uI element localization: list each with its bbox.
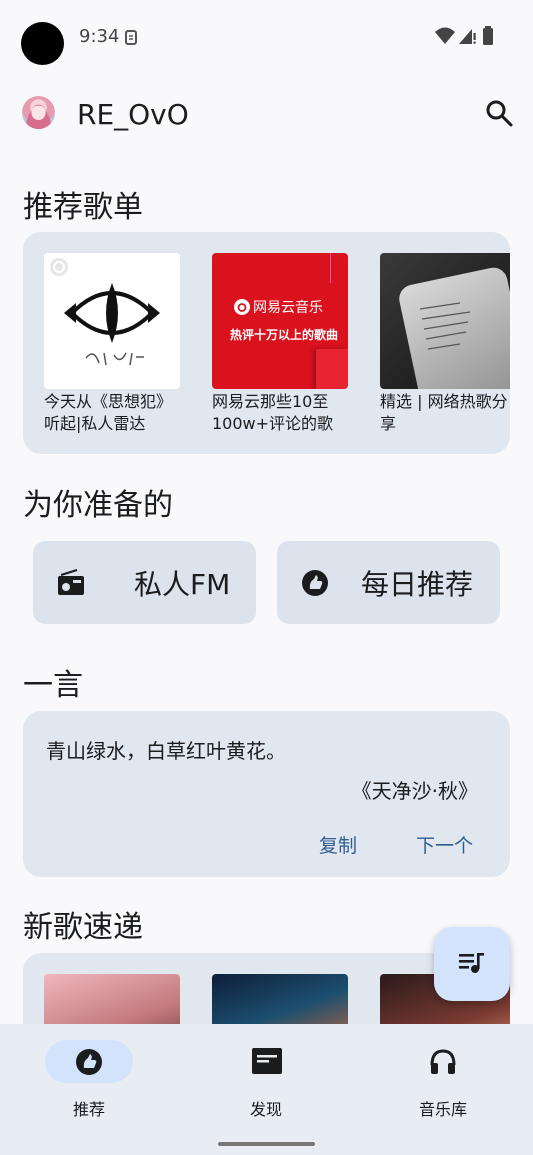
quote-card: 青山绿水，白草红叶黄花。 《天净沙·秋》 复制 下一个 — [23, 711, 510, 877]
nav-tab-recommend[interactable]: 推荐 — [29, 1040, 149, 1120]
radio-icon — [58, 569, 84, 595]
camera-cutout — [21, 22, 64, 65]
username: RE_OvO — [77, 98, 189, 131]
status-time: 9:34 — [79, 26, 120, 47]
quote-source: 《天净沙·秋》 — [351, 779, 478, 803]
app-bar: RE_OvO — [0, 86, 533, 146]
cover-brand: 网易云音乐 — [253, 300, 323, 316]
section-title-quote: 一言 — [23, 668, 83, 703]
home-indicator — [218, 1142, 315, 1146]
playlist-name: 精选 | 网络热歌分享 — [380, 392, 508, 433]
cover-decoration — [330, 253, 331, 283]
section-title-for-you: 为你准备的 — [23, 488, 173, 523]
playlist-cover — [44, 253, 180, 389]
nav-label: 发现 — [249, 1100, 282, 1119]
next-button[interactable]: 下一个 — [416, 831, 473, 858]
section-title-recommended: 推荐歌单 — [23, 190, 143, 225]
daily-recommend-label: 每日推荐 — [361, 568, 474, 601]
cover-decoration — [316, 349, 348, 389]
recommend-icon — [76, 1049, 102, 1075]
netease-logo-icon — [234, 299, 250, 315]
private-fm-button[interactable]: 私人FM — [33, 541, 256, 624]
cover-caption: 热评十万以上的歌曲 — [230, 328, 339, 342]
wifi-icon — [435, 27, 455, 44]
search-icon[interactable] — [484, 98, 514, 128]
playlist-item[interactable]: 网易云音乐 热评十万以上的歌曲 网易云那些10至100w+评论的歌 — [212, 253, 348, 435]
bottom-navigation: 推荐 发现 音乐库 — [0, 1024, 533, 1155]
quote-text: 青山绿水，白草红叶黄花。 — [46, 739, 286, 763]
private-fm-label: 私人FM — [134, 568, 231, 601]
nav-label: 音乐库 — [418, 1100, 467, 1119]
playlist-cover: 网易云音乐 热评十万以上的歌曲 — [212, 253, 348, 389]
playlist-item[interactable]: 今天从《思想犯》听起|私人雷达 — [44, 253, 180, 435]
daily-recommend-button[interactable]: 每日推荐 — [277, 541, 500, 624]
playlist-item[interactable]: 精选 | 网络热歌分享 — [380, 253, 510, 435]
copy-button[interactable]: 复制 — [319, 831, 357, 858]
daily-recommend-icon — [302, 570, 328, 596]
queue-music-icon — [459, 953, 484, 973]
nav-tab-discover[interactable]: 发现 — [206, 1040, 326, 1120]
notification-icon — [125, 30, 137, 45]
battery-icon — [483, 26, 493, 45]
discover-icon — [252, 1048, 282, 1074]
nav-label: 推荐 — [72, 1100, 105, 1119]
status-bar: 9:34 — [0, 0, 533, 76]
section-title-new-songs: 新歌速递 — [23, 910, 143, 945]
recommended-playlists-card: 今天从《思想犯》听起|私人雷达 网易云音乐 热评十万以上的歌曲 网易云那些10至… — [23, 232, 510, 454]
playlist-cover — [380, 253, 510, 389]
playlist-name: 今天从《思想犯》听起|私人雷达 — [44, 392, 173, 433]
nav-tab-library[interactable]: 音乐库 — [383, 1040, 503, 1120]
signal-icon — [459, 29, 476, 44]
playlist-name: 网易云那些10至100w+评论的歌 — [212, 392, 334, 433]
headphones-icon — [430, 1049, 456, 1074]
user-avatar[interactable] — [22, 96, 55, 129]
playlist-fab-button[interactable] — [434, 927, 510, 1001]
